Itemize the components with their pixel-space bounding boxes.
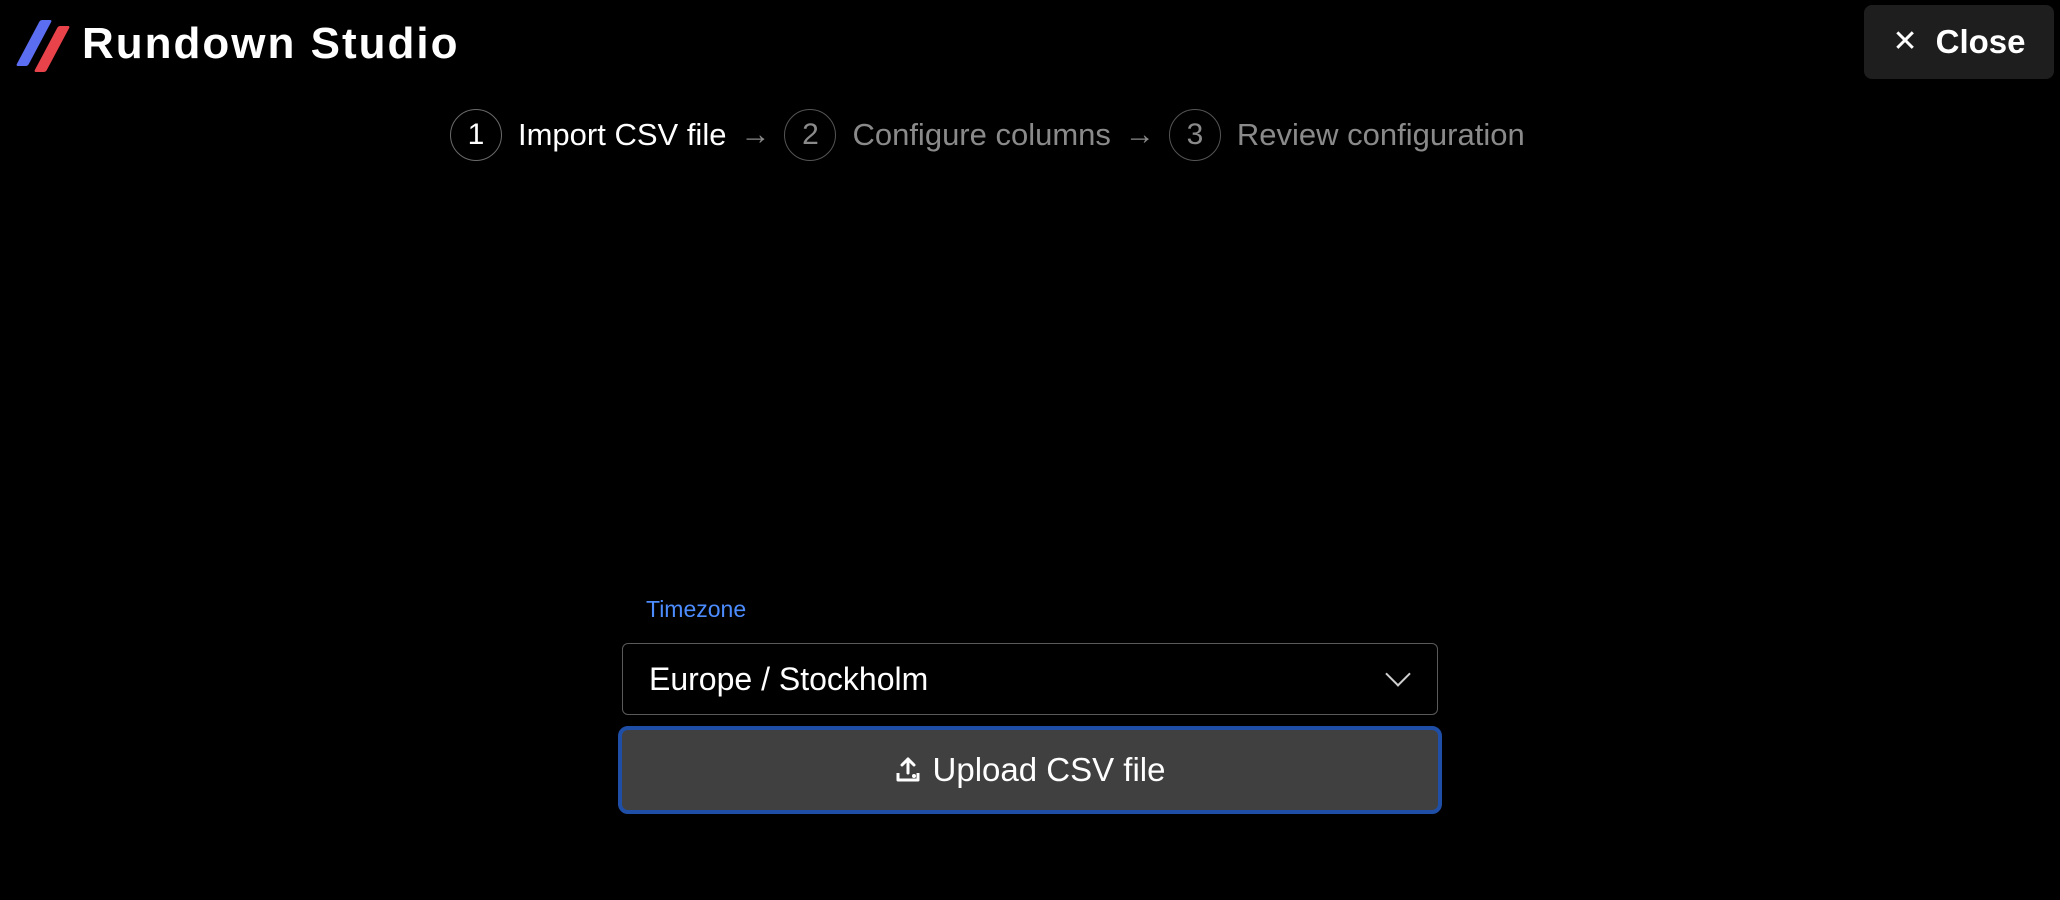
step-configure: 2 Configure columns (784, 109, 1111, 161)
upload-label: Upload CSV file (932, 751, 1166, 788)
step-label: Import CSV file (518, 117, 727, 152)
close-button[interactable]: ✕ Close (1864, 5, 2054, 79)
step-number: 3 (1168, 109, 1221, 161)
import-stepper: 1 Import CSV file → 2 Configure columns … (450, 108, 1525, 162)
step-number: 1 (450, 109, 502, 161)
step-number: 2 (784, 109, 837, 161)
timezone-label: Timezone (646, 596, 747, 622)
timezone-select[interactable]: Europe / Stockholm (622, 643, 1438, 715)
close-icon: ✕ (1892, 25, 1918, 58)
arrow-right-icon: → (1124, 118, 1155, 151)
step-label: Configure columns (852, 117, 1111, 152)
arrow-right-icon: → (740, 118, 771, 151)
timezone-value: Europe / Stockholm (649, 660, 929, 697)
logo-icon (15, 16, 71, 72)
close-label: Close (1935, 23, 2026, 60)
step-review: 3 Review configuration (1168, 109, 1525, 161)
upload-icon (895, 756, 921, 784)
step-import: 1 Import CSV file (450, 109, 726, 161)
upload-csv-button[interactable]: Upload CSV file (618, 726, 1442, 814)
app-title: Rundown Studio (82, 19, 460, 68)
step-label: Review configuration (1236, 117, 1525, 152)
chevron-down-icon (1385, 661, 1411, 687)
app-brand: Rundown Studio (15, 12, 460, 76)
